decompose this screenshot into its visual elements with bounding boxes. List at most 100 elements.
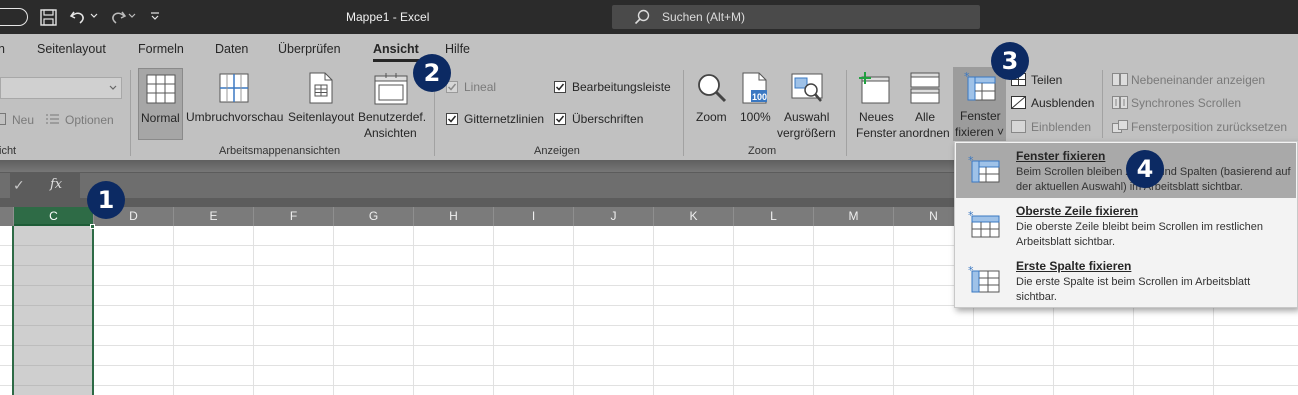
tab-insert-partial[interactable]: n	[0, 42, 5, 56]
ruler-label: Lineal	[464, 80, 497, 94]
enter-check-icon[interactable]: ✓	[13, 177, 25, 194]
group-separator	[1102, 70, 1103, 138]
menu-item-title: Erste Spalte fixieren	[1016, 259, 1132, 273]
undo-dropdown-icon[interactable]	[90, 13, 98, 19]
normal-view-label: Normal	[141, 111, 180, 125]
zoom-group-label: Zoom	[748, 145, 777, 157]
sync-scroll-icon	[1112, 96, 1128, 109]
menu-item-title: Fenster fixieren	[1016, 149, 1106, 163]
zoom-100-button[interactable]: 100 100%	[736, 68, 774, 140]
redo-icon[interactable]	[107, 8, 127, 26]
undo-icon[interactable]	[69, 8, 89, 26]
grid-line	[813, 226, 814, 395]
column-header[interactable]: M	[814, 207, 894, 226]
sheet-view-options-button[interactable]: Optionen	[65, 113, 114, 127]
reset-position-icon	[1112, 120, 1128, 133]
checkbox-box	[446, 113, 458, 125]
zoom-to-selection-button[interactable]: Auswahl vergrößern	[776, 68, 840, 140]
column-header[interactable]: C	[14, 207, 94, 226]
sheet-view-new-icon	[0, 113, 6, 125]
magnifier-icon	[696, 72, 728, 104]
page-layout-view-button[interactable]: Seitenlayout	[287, 68, 357, 140]
new-window-label-2: Fenster	[856, 126, 897, 140]
save-icon[interactable]	[40, 9, 57, 26]
zoom-100-icon-text: 100	[752, 92, 768, 102]
normal-view-icon	[146, 74, 176, 104]
checkbox-box	[554, 81, 566, 93]
column-header[interactable]: E	[174, 207, 254, 226]
column-header[interactable]: F	[254, 207, 334, 226]
tab-ansicht[interactable]: Ansicht	[373, 42, 419, 56]
group-separator	[846, 70, 847, 156]
options-list-icon	[46, 113, 60, 125]
column-header[interactable]: J	[574, 207, 654, 226]
zoom-button[interactable]: Zoom	[692, 68, 732, 140]
normal-view-button[interactable]: Normal	[138, 68, 183, 140]
zoom-100-label: 100%	[740, 110, 771, 124]
menu-item-title: Oberste Zeile fixieren	[1016, 204, 1139, 218]
page-layout-view-label: Seitenlayout	[288, 110, 355, 124]
name-box-partial[interactable]	[0, 173, 10, 198]
sheet-view-new-button[interactable]: Neu	[12, 113, 34, 127]
insert-function-icon[interactable]: fx	[50, 177, 62, 192]
show-group-label: Anzeigen	[534, 145, 580, 157]
grid-line	[333, 226, 334, 395]
tab-formeln[interactable]: Formeln	[138, 42, 184, 56]
group-separator	[683, 70, 684, 156]
menu-item-description: Die erste Spalte ist beim Scrollen im Ar…	[1016, 276, 1251, 303]
document-title: Mappe1 - Excel	[346, 10, 430, 24]
arrange-all-button[interactable]: Alle anordnen	[899, 68, 951, 140]
column-header-b-partial[interactable]	[0, 207, 14, 226]
column-header[interactable]: G	[334, 207, 414, 226]
hide-window-icon	[1011, 96, 1026, 109]
headings-label: Überschriften	[572, 112, 644, 126]
arrange-all-label-2: anordnen	[899, 126, 950, 140]
redo-dropdown-icon[interactable]	[128, 13, 136, 19]
column-header[interactable]: L	[734, 207, 814, 226]
custom-views-icon	[374, 73, 408, 105]
chevron-down-icon	[109, 85, 117, 91]
tab-ueberpruefen[interactable]: Überprüfen	[278, 42, 341, 56]
tab-daten[interactable]: Daten	[215, 42, 248, 56]
unhide-label: Einblenden	[1031, 120, 1092, 134]
page-break-preview-button[interactable]: Umbruchvorschau	[186, 68, 284, 140]
freeze-top-row-icon: *	[968, 210, 1000, 238]
hide-label: Ausblenden	[1031, 96, 1095, 110]
tab-seitenlayout[interactable]: Seitenlayout	[37, 42, 106, 56]
workbook-views-group-label: Arbeitsmappenansichten	[219, 145, 341, 157]
tab-hilfe[interactable]: Hilfe	[445, 42, 470, 56]
active-tab-indicator	[373, 59, 419, 62]
freeze-panes-button[interactable]: * Fenster fixieren ˅	[953, 67, 1006, 141]
step-marker-4: 4	[1126, 150, 1164, 188]
selection-border	[12, 226, 14, 395]
sheet-view-dropdown[interactable]	[0, 77, 122, 99]
arrange-all-label-1: Alle	[915, 110, 936, 124]
freeze-first-column-icon: *	[968, 265, 1000, 293]
side-by-side-icon	[1112, 73, 1128, 86]
customize-qat-icon[interactable]	[150, 11, 160, 21]
grid-line	[653, 226, 654, 395]
menu-item-freeze-top-row[interactable]: * Oberste Zeile fixieren Die oberste Zei…	[956, 198, 1296, 253]
title-bar: Mappe1 - Excel Suchen (Alt+M)	[0, 0, 1298, 34]
svg-text:*: *	[968, 155, 974, 167]
autosave-toggle[interactable]	[0, 8, 28, 26]
zoom-selection-label-2: vergrößern	[777, 126, 836, 140]
zoom-selection-icon	[791, 73, 823, 103]
page-layout-view-icon	[309, 72, 333, 104]
grid-line	[253, 226, 254, 395]
grid-line	[413, 226, 414, 395]
zoom-label: Zoom	[696, 110, 727, 124]
grid-line	[173, 226, 174, 395]
step-marker-1: 1	[87, 181, 125, 219]
grid-line	[493, 226, 494, 395]
fill-handle[interactable]	[90, 224, 95, 229]
column-header[interactable]: I	[494, 207, 574, 226]
custom-views-label-1: Benutzerdef.	[358, 110, 427, 124]
new-window-button[interactable]: Neues Fenster	[853, 68, 897, 140]
formula-bar-label: Bearbeitungsleiste	[572, 80, 671, 94]
menu-item-freeze-first-column[interactable]: * Erste Spalte fixieren Die erste Spalte…	[956, 253, 1296, 308]
column-header[interactable]: K	[654, 207, 734, 226]
selected-column-c[interactable]	[14, 226, 93, 395]
search-box[interactable]: Suchen (Alt+M)	[612, 5, 980, 29]
column-header[interactable]: H	[414, 207, 494, 226]
